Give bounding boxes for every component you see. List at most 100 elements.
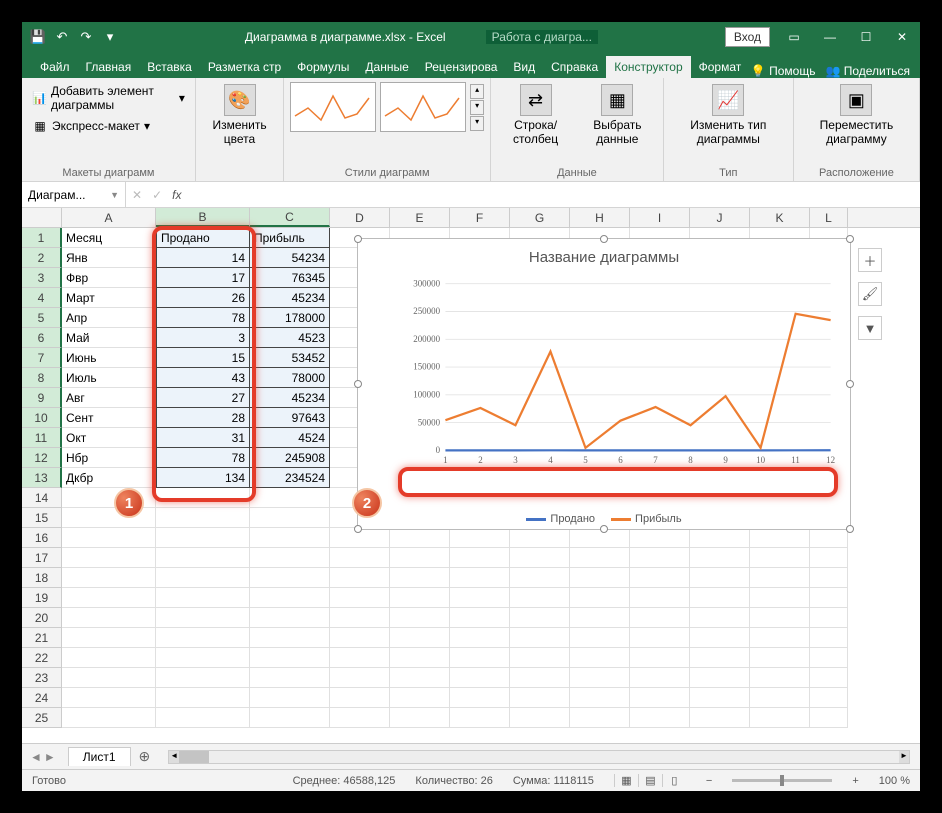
ribbon-options-icon[interactable]: ▭ — [776, 22, 812, 52]
tab-formulas[interactable]: Формулы — [289, 56, 357, 78]
col-header-E[interactable]: E — [390, 208, 450, 227]
col-header-K[interactable]: K — [750, 208, 810, 227]
cell[interactable] — [450, 568, 510, 588]
tab-page-layout[interactable]: Разметка стр — [200, 56, 289, 78]
chart-style-1[interactable] — [290, 82, 376, 132]
tab-design[interactable]: Конструктор — [606, 56, 690, 78]
cell[interactable]: 28 — [156, 408, 250, 428]
cell[interactable] — [510, 588, 570, 608]
cell[interactable] — [62, 568, 156, 588]
col-header-J[interactable]: J — [690, 208, 750, 227]
cell[interactable] — [690, 628, 750, 648]
cell[interactable] — [330, 588, 390, 608]
row-header-11[interactable]: 11 — [22, 428, 62, 448]
row-header-24[interactable]: 24 — [22, 688, 62, 708]
undo-icon[interactable]: ↶ — [54, 29, 70, 45]
cell[interactable] — [330, 548, 390, 568]
row-header-25[interactable]: 25 — [22, 708, 62, 728]
cell[interactable]: Дкбр — [62, 468, 156, 488]
row-header-3[interactable]: 3 — [22, 268, 62, 288]
redo-icon[interactable]: ↷ — [78, 29, 94, 45]
cell[interactable] — [810, 628, 848, 648]
cell[interactable] — [810, 588, 848, 608]
tab-insert[interactable]: Вставка — [139, 56, 200, 78]
cell[interactable] — [450, 628, 510, 648]
cell[interactable] — [630, 528, 690, 548]
cell[interactable] — [156, 508, 250, 528]
embedded-chart[interactable]: Название диаграммы 050000100000150000200… — [357, 238, 851, 530]
add-chart-element-button[interactable]: 📊 Добавить элемент диаграммы▾ — [28, 82, 189, 114]
cell[interactable]: 26 — [156, 288, 250, 308]
maximize-icon[interactable]: ☐ — [848, 22, 884, 52]
cell[interactable] — [250, 568, 330, 588]
tab-review[interactable]: Рецензирова — [417, 56, 506, 78]
horizontal-scrollbar[interactable]: ◄ ► — [168, 750, 910, 764]
row-header-12[interactable]: 12 — [22, 448, 62, 468]
cell[interactable] — [156, 688, 250, 708]
cell[interactable] — [750, 588, 810, 608]
cell[interactable] — [510, 568, 570, 588]
col-header-G[interactable]: G — [510, 208, 570, 227]
cell[interactable] — [390, 648, 450, 668]
switch-row-column-button[interactable]: ⇄ Строка/ столбец — [497, 82, 574, 148]
cell[interactable]: Апр — [62, 308, 156, 328]
cell[interactable] — [630, 648, 690, 668]
cell[interactable] — [690, 708, 750, 728]
cell[interactable] — [810, 608, 848, 628]
cell[interactable] — [330, 568, 390, 588]
zoom-in-icon[interactable]: + — [852, 775, 858, 787]
fx-icon[interactable]: fx — [172, 188, 181, 202]
row-header-17[interactable]: 17 — [22, 548, 62, 568]
cell[interactable] — [750, 708, 810, 728]
row-header-6[interactable]: 6 — [22, 328, 62, 348]
sheet-prev-icon[interactable]: ◄ — [30, 750, 42, 764]
row-header-5[interactable]: 5 — [22, 308, 62, 328]
cell[interactable]: 78 — [156, 308, 250, 328]
save-icon[interactable]: 💾 — [30, 29, 46, 45]
sheet-tab-1[interactable]: Лист1 — [68, 747, 131, 766]
cell[interactable] — [156, 528, 250, 548]
cell[interactable] — [750, 648, 810, 668]
cell[interactable] — [156, 608, 250, 628]
tab-view[interactable]: Вид — [505, 56, 543, 78]
col-header-H[interactable]: H — [570, 208, 630, 227]
cell[interactable] — [390, 608, 450, 628]
cell[interactable] — [570, 708, 630, 728]
chart-styles-button[interactable]: 🖌 — [858, 282, 882, 306]
cell[interactable]: 17 — [156, 268, 250, 288]
col-header-L[interactable]: L — [810, 208, 848, 227]
cell[interactable] — [450, 688, 510, 708]
cell[interactable]: Март — [62, 288, 156, 308]
cell[interactable] — [62, 628, 156, 648]
cell[interactable] — [450, 588, 510, 608]
cell[interactable] — [390, 548, 450, 568]
cell[interactable] — [690, 548, 750, 568]
cell[interactable] — [156, 708, 250, 728]
cell[interactable] — [390, 588, 450, 608]
row-header-10[interactable]: 10 — [22, 408, 62, 428]
cell[interactable] — [630, 608, 690, 628]
col-header-F[interactable]: F — [450, 208, 510, 227]
cell[interactable] — [250, 628, 330, 648]
cell[interactable] — [62, 648, 156, 668]
cell[interactable]: 245908 — [250, 448, 330, 468]
cell[interactable] — [690, 688, 750, 708]
cell[interactable] — [62, 708, 156, 728]
cell[interactable] — [570, 668, 630, 688]
cell[interactable]: Авг — [62, 388, 156, 408]
cell[interactable]: 97643 — [250, 408, 330, 428]
cell[interactable] — [570, 548, 630, 568]
cell[interactable] — [810, 688, 848, 708]
cell[interactable]: 43 — [156, 368, 250, 388]
view-normal-icon[interactable]: ▦ — [614, 774, 638, 787]
cell[interactable]: 3 — [156, 328, 250, 348]
gallery-up-icon[interactable]: ▴ — [470, 84, 484, 99]
cell[interactable] — [330, 708, 390, 728]
cell[interactable] — [750, 608, 810, 628]
row-header-8[interactable]: 8 — [22, 368, 62, 388]
cell[interactable] — [450, 648, 510, 668]
cell[interactable] — [690, 588, 750, 608]
chart-plot-area[interactable]: 0500001000001500002000002500003000001234… — [406, 273, 836, 479]
gallery-more-icon[interactable]: ▾ — [470, 116, 484, 131]
cell[interactable] — [510, 688, 570, 708]
